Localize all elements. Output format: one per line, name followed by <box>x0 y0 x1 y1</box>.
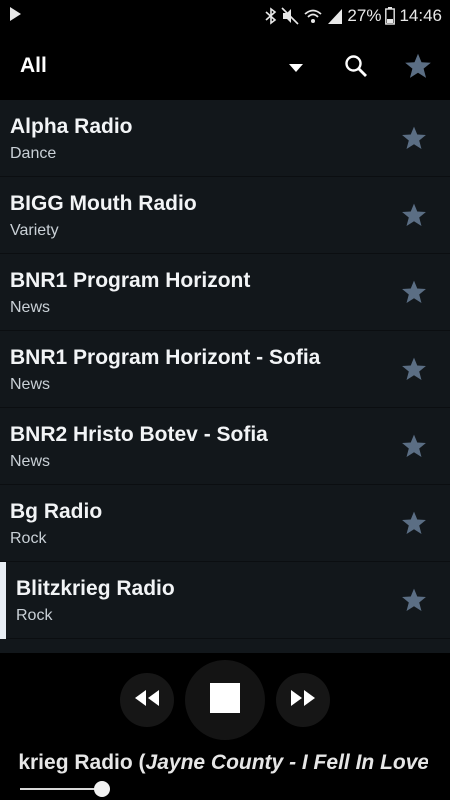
star-icon[interactable] <box>400 432 428 460</box>
station-genre: News <box>10 376 51 393</box>
station-genre: News <box>10 453 51 470</box>
station-name: BIGG Mouth Radio <box>10 192 197 215</box>
wifi-icon <box>303 7 323 25</box>
stop-icon <box>210 682 240 718</box>
rewind-button[interactable] <box>120 673 174 727</box>
play-notification-icon <box>8 6 22 27</box>
station-genre: Dance <box>10 145 57 162</box>
status-bar: 27% 14:46 <box>0 0 450 32</box>
star-icon[interactable] <box>400 124 428 152</box>
station-genre: Variety <box>10 222 59 239</box>
signal-icon <box>327 7 343 25</box>
star-icon[interactable] <box>400 509 428 537</box>
playing-indicator <box>0 562 6 639</box>
player-panel: Blitzkrieg Radio (Jayne County - I Fell … <box>0 653 450 800</box>
station-row[interactable]: Bg Radio Rock <box>0 485 450 562</box>
fast-forward-button[interactable] <box>276 673 330 727</box>
station-row[interactable]: BNR1 Program Horizont News <box>0 254 450 331</box>
station-name: BNR2 Hristo Botev - Sofia <box>10 423 268 446</box>
rewind-icon <box>134 689 160 711</box>
chevron-down-icon[interactable] <box>284 56 308 80</box>
star-icon[interactable] <box>400 278 428 306</box>
station-row-playing[interactable]: Blitzkrieg Radio Rock <box>0 562 450 639</box>
station-row[interactable]: Alpha Radio Dance <box>0 100 450 177</box>
now-playing-ticker: Blitzkrieg Radio (Jayne County - I Fell … <box>18 751 428 779</box>
battery-icon <box>385 7 396 25</box>
station-genre: News <box>10 299 51 316</box>
fast-forward-icon <box>290 689 316 711</box>
stop-button[interactable] <box>185 660 265 740</box>
station-row[interactable]: BNR1 Program Horizont - Sofia News <box>0 331 450 408</box>
station-row[interactable]: BNR2 Hristo Botev - Sofia News <box>0 408 450 485</box>
station-name: Alpha Radio <box>10 115 133 138</box>
star-icon[interactable] <box>402 50 434 82</box>
clock: 14:46 <box>399 6 442 25</box>
station-name: Bg Radio <box>10 500 103 523</box>
now-playing-station: Blitzkrieg Radio ( <box>18 751 146 774</box>
station-name: Blitzkrieg Radio <box>16 577 175 600</box>
battery-percent: 27% <box>347 6 382 25</box>
volume-slider-track[interactable] <box>20 788 102 790</box>
app-bar: All <box>0 32 450 100</box>
star-icon[interactable] <box>400 201 428 229</box>
station-row[interactable]: BIGG Mouth Radio Variety <box>0 177 450 254</box>
station-genre: Rock <box>10 530 47 547</box>
search-icon[interactable] <box>340 50 372 82</box>
station-name: BNR1 Program Horizont <box>10 269 251 292</box>
station-name: BNR1 Program Horizont - Sofia <box>10 346 321 369</box>
volume-slider-thumb[interactable] <box>94 781 110 797</box>
mute-icon <box>281 7 299 25</box>
now-playing-track: Jayne County - I Fell In Love With <box>145 751 428 774</box>
bluetooth-icon <box>265 7 277 25</box>
genre-filter[interactable]: All <box>20 54 47 78</box>
station-list[interactable]: Alpha Radio Dance BIGG Mouth Radio Varie… <box>0 100 450 653</box>
star-icon[interactable] <box>400 586 428 614</box>
station-genre: Rock <box>16 607 53 624</box>
star-icon[interactable] <box>400 355 428 383</box>
